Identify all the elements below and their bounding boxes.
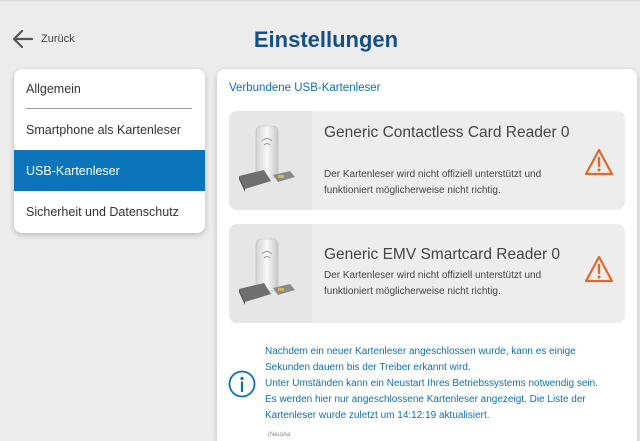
- sidebar-item-allgemein[interactable]: Allgemein: [14, 69, 205, 108]
- sidebar-item-label: Smartphone als Kartenleser: [26, 122, 181, 137]
- warning-icon: [584, 148, 614, 176]
- card-reader-description: Der Kartenleser wird nicht offiziell unt…: [324, 169, 542, 180]
- main-panel: Verbundene USB-Kartenleser Generic Conta…: [217, 69, 637, 441]
- card-reader-image: [229, 111, 312, 210]
- top-border: [0, 0, 640, 1]
- card-reader-name: Generic Contactless Card Reader 0: [324, 124, 570, 141]
- sidebar-item-label: USB-Kartenleser: [26, 163, 120, 178]
- card-reader-image: [229, 224, 312, 323]
- card-reader-description: Der Kartenleser wird nicht offiziell unt…: [324, 270, 542, 281]
- sidebar-item-label: Allgemein: [26, 81, 81, 96]
- card-reader-description: funktioniert möglicherweise nicht richti…: [324, 286, 501, 297]
- page-title: Einstellungen: [253, 27, 399, 52]
- info-line: Kartenleser wurde zuletzt um 14:12:19 ak…: [265, 410, 490, 421]
- cut-off-text: (Neu)Aa: [268, 432, 291, 438]
- card-reader-item[interactable]: Generic Contactless Card Reader 0 Der Ka…: [229, 111, 625, 210]
- sidebar-item-usb-card-reader[interactable]: USB-Kartenleser: [14, 150, 205, 191]
- info-line: Unter Umständen kann ein Neustart Ihres …: [265, 378, 598, 389]
- info-line: Nachdem ein neuer Kartenleser angeschlos…: [265, 346, 576, 357]
- card-reader-name: Generic EMV Smartcard Reader 0: [324, 246, 561, 263]
- info-icon: [228, 370, 256, 398]
- info-message: Nachdem ein neuer Kartenleser angeschlos…: [265, 344, 631, 424]
- settings-sidebar: Allgemein Smartphone als Kartenleser USB…: [14, 69, 205, 233]
- info-line: Sekunden dauern bis der Treiber erkannt …: [265, 362, 471, 373]
- sidebar-item-label: Sicherheit und Datenschutz: [26, 205, 179, 219]
- card-reader-description: funktioniert möglicherweise nicht richti…: [324, 185, 501, 196]
- sidebar-item-smartphone[interactable]: Smartphone als Kartenleser: [14, 109, 205, 150]
- card-reader-item[interactable]: Generic EMV Smartcard Reader 0 Der Karte…: [229, 224, 625, 323]
- warning-icon: [584, 255, 614, 283]
- sidebar-item-security[interactable]: Sicherheit und Datenschutz: [14, 191, 205, 233]
- section-title: Verbundene USB-Kartenleser: [229, 82, 381, 94]
- info-line: Es werden hier nur angeschlossene Karten…: [265, 394, 586, 405]
